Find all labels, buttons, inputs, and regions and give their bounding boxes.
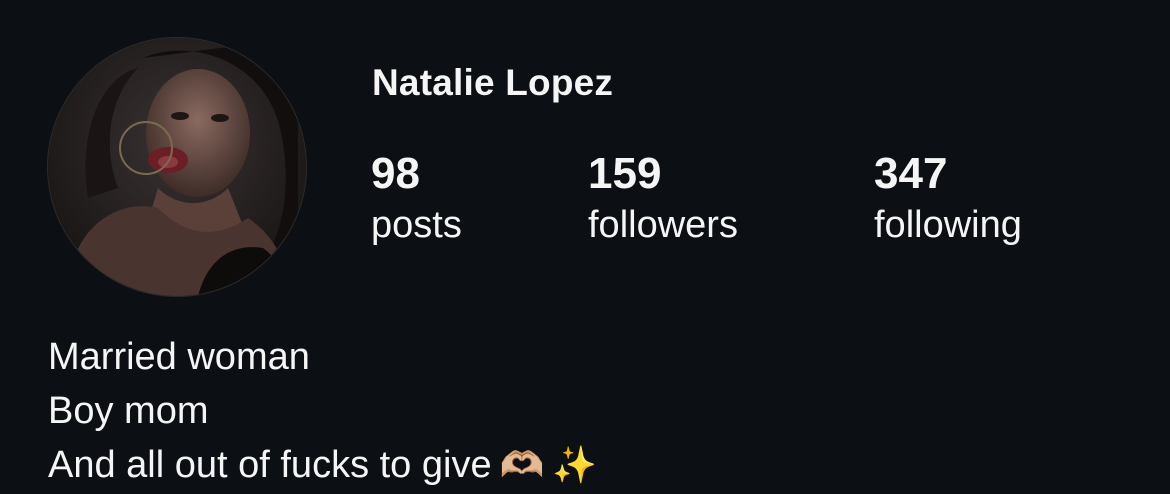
following-label: following (874, 204, 1022, 246)
sparkles-icon: ✨ (552, 444, 598, 485)
profile-avatar[interactable] (48, 38, 306, 296)
bio-line-2: Boy mom (48, 390, 209, 432)
following-count: 347 (874, 149, 948, 198)
posts-count: 98 (371, 149, 420, 198)
followers-stat[interactable]: 159 followers (588, 148, 738, 248)
posts-stat[interactable]: 98 posts (371, 148, 462, 248)
bio-line-3: And all out of fucks to give 🫶🏼 ✨ (48, 438, 597, 492)
heart-hands-icon: 🫶🏼 (499, 444, 545, 485)
avatar-photo (48, 38, 306, 296)
posts-label: posts (371, 204, 462, 246)
followers-count: 159 (588, 149, 662, 198)
bio-line-3-text: And all out of fucks to give (48, 444, 492, 486)
followers-label: followers (588, 204, 738, 246)
following-stat[interactable]: 347 following (874, 148, 1022, 248)
profile-name: Natalie Lopez (372, 62, 614, 103)
bio-line-1: Married woman (48, 336, 310, 378)
profile-bio: Married woman Boy mom And all out of fuc… (48, 330, 597, 492)
